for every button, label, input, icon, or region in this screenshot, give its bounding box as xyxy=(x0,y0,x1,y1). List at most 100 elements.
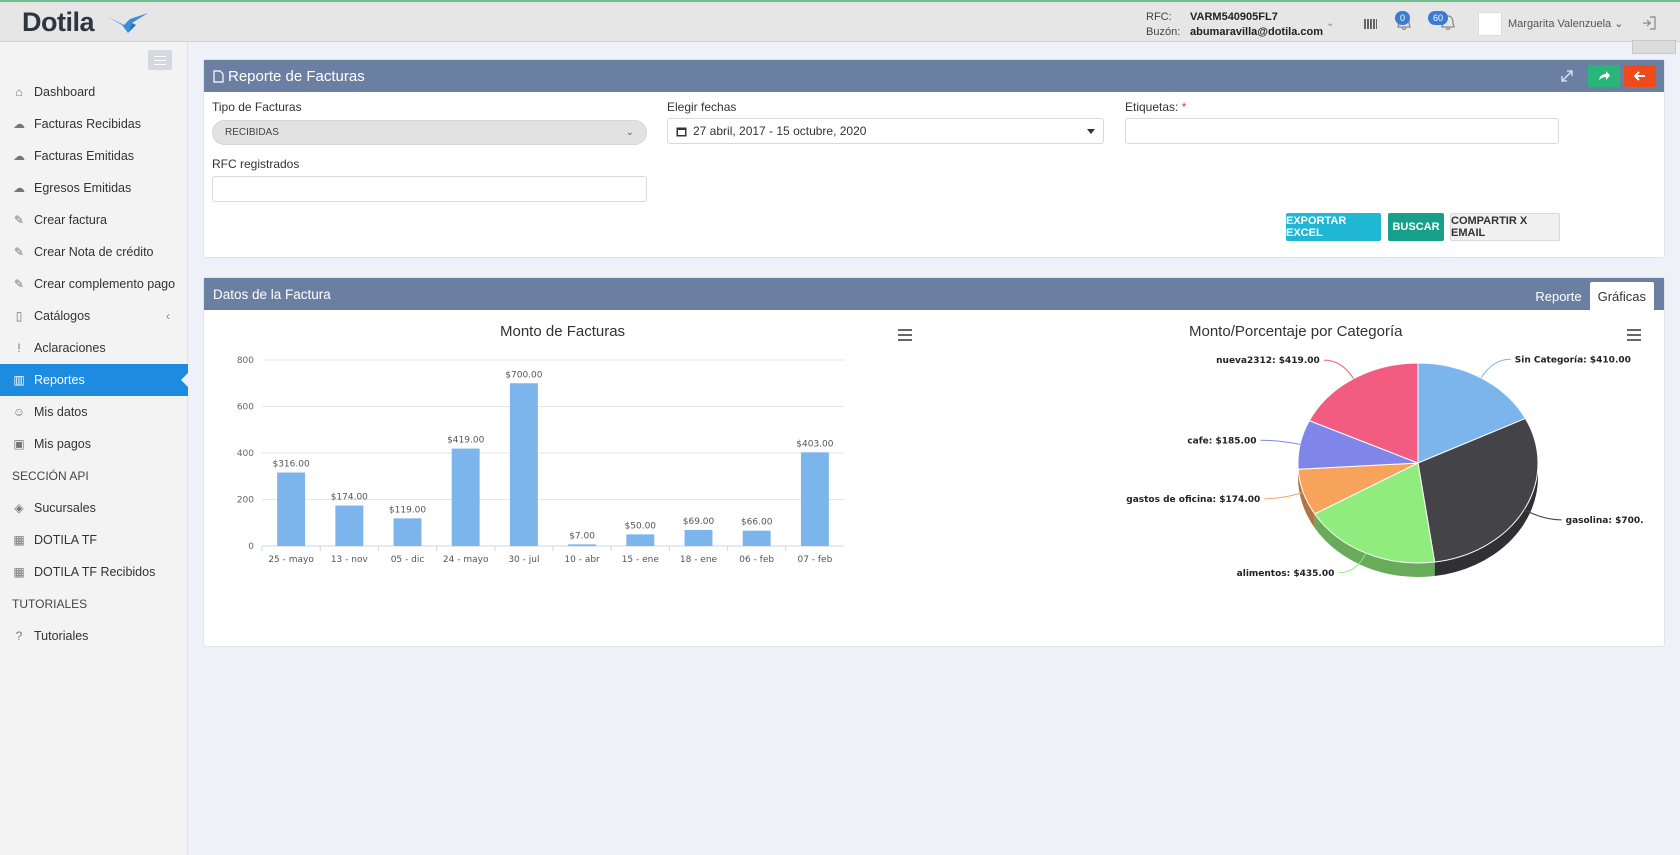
pie-chart-menu-icon[interactable] xyxy=(1627,329,1641,341)
sidebar-item-crear-complemento-pago[interactable]: ✎ Crear complemento pago xyxy=(0,268,188,300)
tipo-facturas-label: Tipo de Facturas xyxy=(212,100,302,114)
barcode-icon[interactable] xyxy=(1364,19,1377,29)
sidebar-item-egresos-emitidas[interactable]: ☁ Egresos Emitidas xyxy=(0,172,188,204)
money-icon: ▣ xyxy=(13,437,25,451)
grid-icon: ▦ xyxy=(13,533,25,547)
y-tick-label: 200 xyxy=(237,496,254,506)
arrow-left-icon xyxy=(1634,71,1645,81)
back-button[interactable] xyxy=(1624,65,1656,87)
bar-data-label: $119.00 xyxy=(389,505,426,515)
pie-chart: Sin Categoría: $410.00 gasolina: $700.00 a… xyxy=(1126,355,1644,579)
edit-icon: ✎ xyxy=(13,245,25,259)
rfc-dropdown-chevron-icon[interactable]: ⌄ xyxy=(1326,18,1334,29)
page-title: Reporte de Facturas xyxy=(228,67,365,85)
x-tick-label: 18 - ene xyxy=(680,555,718,565)
rfc-info: RFC: VARM540905FL7 Buzón: abumaravilla@dot… xyxy=(1146,10,1323,40)
pie-connector xyxy=(1323,359,1355,379)
y-tick-label: 600 xyxy=(237,403,254,413)
rfc-registrados-label: RFC registrados xyxy=(212,157,300,171)
bar xyxy=(277,472,306,546)
required-marker: * xyxy=(1181,100,1187,114)
question-icon: ? xyxy=(15,629,23,643)
x-tick-label: 06 - feb xyxy=(739,555,774,565)
pie-connector xyxy=(1480,358,1511,379)
sidebar-item-tutoriales[interactable]: ? Tutoriales xyxy=(0,620,188,652)
logout-icon[interactable] xyxy=(1641,15,1657,31)
bar-data-label: $50.00 xyxy=(625,521,657,531)
sidebar-item-mis-pagos[interactable]: ▣ Mis pagos xyxy=(0,428,188,460)
y-tick-label: 0 xyxy=(248,542,254,552)
bird-logo-icon xyxy=(108,13,148,33)
collapse-tab[interactable] xyxy=(1632,40,1676,54)
date-range-picker[interactable]: 27 abril, 2017 - 15 octubre, 2020 xyxy=(667,118,1104,144)
bar-data-label: $174.00 xyxy=(331,493,368,503)
etiquetas-label: Etiquetas: * xyxy=(1125,100,1187,114)
cloud-download-icon: ☁ xyxy=(13,117,25,131)
rfc-registrados-input[interactable] xyxy=(212,176,647,202)
sidebar-item-aclaraciones[interactable]: ! Aclaraciones xyxy=(0,332,188,364)
sidebar-item-sucursales[interactable]: ◈ Sucursales xyxy=(0,492,188,524)
sidebar-item-mis-datos[interactable]: ☺ Mis datos xyxy=(0,396,188,428)
bar-chart-menu-icon[interactable] xyxy=(898,329,912,341)
sidebar-item-reportes[interactable]: ▥ Reportes xyxy=(0,364,189,396)
brand-logo[interactable]: Dotila xyxy=(22,7,148,38)
sidebar-item-crear-nota-credito[interactable]: ✎ Crear Nota de crédito xyxy=(0,236,188,268)
sidebar-item-dotila-tf-recibidos[interactable]: ▦ DOTILA TF Recibidos xyxy=(0,556,188,588)
pie-slice-label: cafe: $185.00 xyxy=(1187,436,1256,446)
tipo-facturas-select[interactable]: RECIBIDAS ⌄ xyxy=(212,120,647,145)
pie-slice-label: alimentos: $435.00 xyxy=(1237,569,1335,579)
chevron-down-icon: ⌄ xyxy=(625,127,634,138)
user-menu[interactable]: Margarita Valenzuela ⌄ xyxy=(1508,17,1623,30)
avatar[interactable] xyxy=(1478,12,1502,36)
share-arrow-icon xyxy=(1599,71,1610,80)
chevron-left-icon: ‹ xyxy=(166,309,170,323)
x-tick-label: 13 - nov xyxy=(331,555,369,565)
tipo-facturas-value: RECIBIDAS xyxy=(225,127,279,138)
buscar-button[interactable]: BUSCAR xyxy=(1388,213,1444,241)
elegir-fechas-label: Elegir fechas xyxy=(667,100,737,114)
export-excel-button[interactable]: EXPORTAR EXCEL xyxy=(1286,213,1381,241)
compartir-email-button[interactable]: COMPARTIR X EMAIL xyxy=(1450,213,1560,241)
sidebar-toggle-button[interactable] xyxy=(148,50,172,70)
pie-slice-label: gastos de oficina: $174.00 xyxy=(1126,495,1260,505)
expand-icon[interactable] xyxy=(1558,67,1576,85)
cube-icon: ◈ xyxy=(14,501,24,515)
top-bar: Dotila RFC: VARM540905FL7 Buzón: abumaravi… xyxy=(0,0,1680,42)
user-name: Margarita Valenzuela xyxy=(1508,18,1612,30)
caret-down-icon xyxy=(1087,129,1095,134)
panel-actions xyxy=(1558,65,1656,87)
sidebar-item-catalogos[interactable]: ▯ Catálogos ‹ xyxy=(0,300,188,332)
bar-data-label: $69.00 xyxy=(683,517,715,527)
x-tick-label: 05 - dic xyxy=(391,555,425,565)
sidebar-item-crear-factura[interactable]: ✎ Crear factura xyxy=(0,204,188,236)
share-button[interactable] xyxy=(1588,65,1620,87)
x-tick-label: 10 - abr xyxy=(564,555,600,565)
rfc-label: RFC: xyxy=(1146,11,1172,23)
sidebar-item-facturas-recibidas[interactable]: ☁ Facturas Recibidas xyxy=(0,108,188,140)
bar-data-label: $316.00 xyxy=(272,460,309,470)
grid-icon: ▦ xyxy=(13,565,25,579)
bar-data-label: $700.00 xyxy=(505,370,542,380)
sidebar-item-dashboard[interactable]: ⌂ Dashboard xyxy=(0,76,188,108)
x-tick-label: 30 - jul xyxy=(508,555,539,565)
sidebar: ⌂ Dashboard ☁ Facturas Recibidas ☁ Facturas… xyxy=(0,42,189,855)
pie-slice-label: gasolina: $700.00 xyxy=(1566,516,1644,526)
bar-chart: 0 200 400 600 800 $316.00 25 - mayo $174.00 13 -… xyxy=(237,356,844,565)
brand-name: Dotila xyxy=(22,7,95,37)
bar-data-label: $66.00 xyxy=(741,518,773,528)
user-icon: ☺ xyxy=(12,405,26,419)
sidebar-item-dotila-tf[interactable]: ▦ DOTILA TF xyxy=(0,524,188,556)
tab-reporte[interactable]: Reporte xyxy=(1527,282,1589,310)
tab-graficas[interactable]: Gráficas xyxy=(1589,282,1654,310)
bar xyxy=(509,383,538,546)
pie-slice-label: Sin Categoría: $410.00 xyxy=(1515,355,1631,365)
bar-data-label: $419.00 xyxy=(447,436,484,446)
book-icon: ▯ xyxy=(15,309,23,323)
etiquetas-input[interactable] xyxy=(1125,118,1559,144)
sidebar-nav: ⌂ Dashboard ☁ Facturas Recibidas ☁ Facturas… xyxy=(0,76,189,652)
sidebar-item-facturas-emitidas[interactable]: ☁ Facturas Emitidas xyxy=(0,140,188,172)
data-panel-tabs: Reporte Gráficas xyxy=(1527,282,1654,310)
bar xyxy=(393,518,422,546)
bar xyxy=(626,534,655,546)
bar-chart-title: Monto de Facturas xyxy=(500,323,626,340)
